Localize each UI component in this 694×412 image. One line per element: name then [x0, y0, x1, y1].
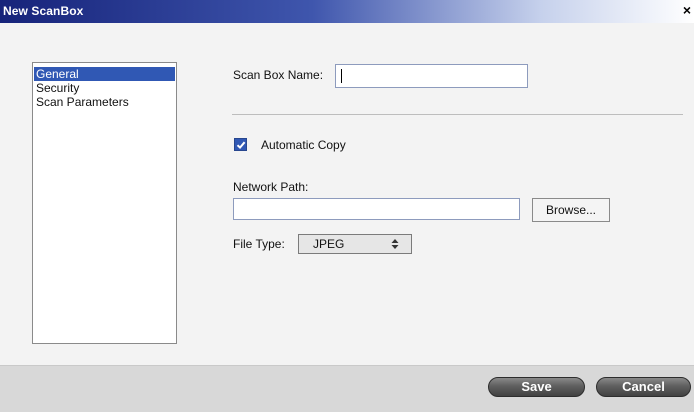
updown-arrows-icon — [391, 239, 399, 249]
dialog-footer: Save Cancel — [0, 365, 694, 412]
file-type-label: File Type: — [233, 237, 285, 251]
window-title: New ScanBox — [3, 4, 84, 18]
sidebar-item-scan-parameters[interactable]: Scan Parameters — [34, 95, 175, 109]
network-path-label: Network Path: — [233, 180, 309, 194]
title-bar[interactable]: New ScanBox × — [0, 0, 694, 23]
section-divider — [232, 114, 683, 115]
close-icon[interactable]: × — [681, 3, 693, 17]
sidebar-item-general[interactable]: General — [34, 67, 175, 81]
save-button[interactable]: Save — [488, 377, 585, 397]
scan-box-name-input[interactable] — [335, 64, 528, 88]
automatic-copy-label[interactable]: Automatic Copy — [261, 138, 346, 152]
file-type-value: JPEG — [313, 237, 345, 251]
file-type-select[interactable]: JPEG — [298, 234, 412, 254]
cancel-button[interactable]: Cancel — [596, 377, 691, 397]
automatic-copy-checkbox[interactable] — [234, 138, 247, 151]
sidebar-item-security[interactable]: Security — [34, 81, 175, 95]
network-path-input[interactable] — [233, 198, 520, 220]
category-list[interactable]: General Security Scan Parameters — [32, 62, 177, 344]
checkmark-icon — [236, 141, 246, 150]
scan-box-name-label: Scan Box Name: — [233, 68, 324, 82]
text-caret — [341, 69, 342, 83]
browse-button[interactable]: Browse... — [532, 198, 610, 222]
